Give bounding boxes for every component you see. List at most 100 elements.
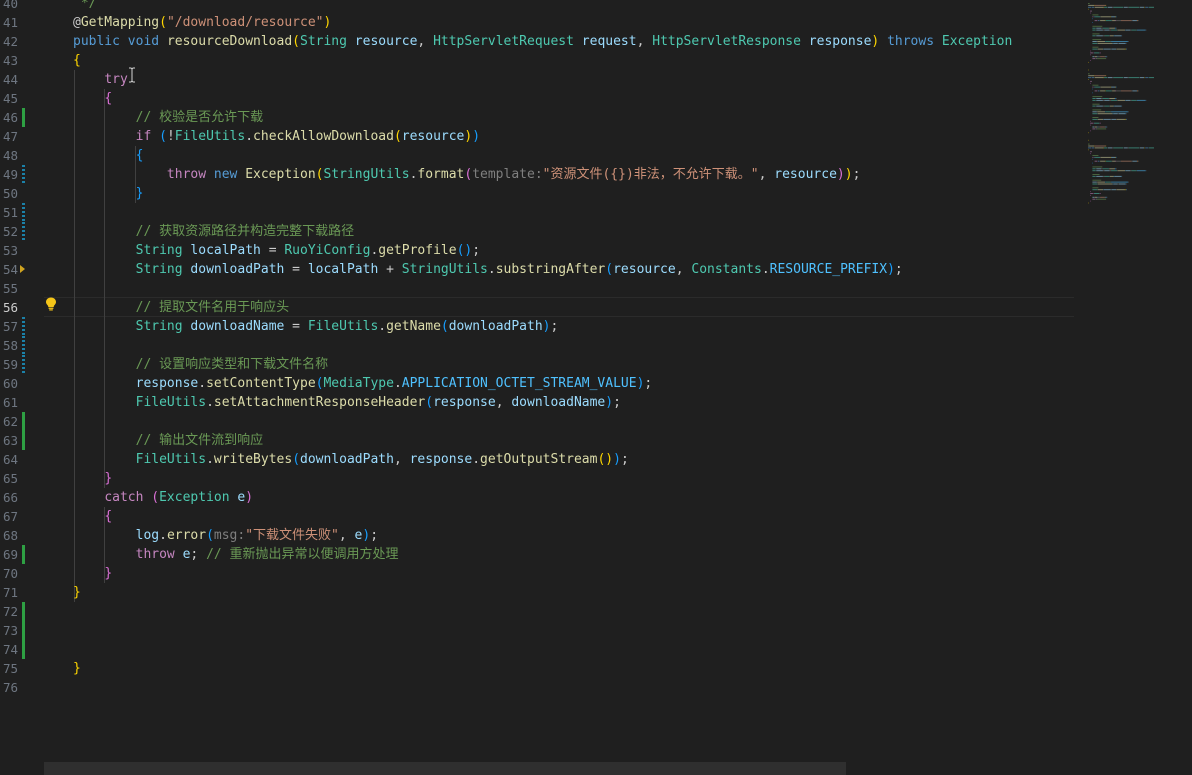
code-line[interactable]: } xyxy=(73,184,144,203)
minimap-line xyxy=(1123,147,1128,149)
minimap-line xyxy=(1111,156,1116,158)
minimap-line xyxy=(1092,98,1096,99)
code-line[interactable]: // 输出文件流到响应 xyxy=(73,431,263,450)
minimap-line xyxy=(1093,193,1095,194)
minimap-line xyxy=(1092,117,1099,118)
code-line[interactable]: FileUtils.writeBytes(downloadPath, respo… xyxy=(73,450,629,469)
minimap-line xyxy=(1131,90,1133,92)
code-line[interactable]: { xyxy=(73,507,112,526)
minimap-line xyxy=(1116,118,1125,120)
code-token: ( xyxy=(292,34,300,49)
minimap-line xyxy=(1096,35,1103,37)
code-line[interactable]: } xyxy=(73,469,112,488)
code-token: format xyxy=(417,167,465,182)
code-line[interactable]: throw e; // 重新抛出异常以便调用方处理 xyxy=(73,545,399,564)
code-token: ) xyxy=(836,167,845,182)
code-line[interactable]: String downloadName = FileUtils.getName(… xyxy=(73,317,559,336)
scrollbar-thumb[interactable] xyxy=(44,762,846,775)
code-token: . xyxy=(206,395,214,410)
code-line[interactable]: // 设置响应类型和下载文件名称 xyxy=(73,355,328,374)
lightbulb-icon[interactable] xyxy=(45,297,57,311)
minimap-line xyxy=(1111,48,1117,50)
minimap-line xyxy=(1094,56,1098,58)
code-line[interactable]: String localPath = RuoYiConfig.getProfil… xyxy=(73,241,480,260)
minimap-line xyxy=(1097,42,1113,44)
minimap-line xyxy=(1090,194,1091,196)
minimap-line xyxy=(1124,189,1126,191)
minimap-line xyxy=(1125,113,1126,115)
minimap-line xyxy=(1094,156,1095,158)
code-token: response xyxy=(808,34,872,49)
minimap-line xyxy=(1103,147,1108,149)
minimap-line xyxy=(1105,41,1106,42)
code-line[interactable]: // 获取资源路径并构造完整下载路径 xyxy=(73,222,354,241)
code-token: Exception xyxy=(941,34,1013,49)
minimap-line xyxy=(1095,16,1101,18)
minimap-line xyxy=(1114,98,1117,99)
code-token: { xyxy=(135,148,144,163)
code-line[interactable]: { xyxy=(73,51,81,70)
code-line[interactable]: */ xyxy=(73,0,97,13)
code-line[interactable]: { xyxy=(73,146,144,165)
minimap-line xyxy=(1103,118,1104,120)
horizontal-scrollbar[interactable] xyxy=(44,762,846,775)
minimap-line xyxy=(1112,77,1114,79)
minimap-line xyxy=(1100,86,1101,88)
minimap-line xyxy=(1088,145,1095,147)
minimap-line xyxy=(1111,90,1113,92)
code-line[interactable]: { xyxy=(73,89,112,108)
code-line[interactable]: log.error(msg:"下载文件失败", e); xyxy=(73,526,378,545)
minimap-line xyxy=(1092,14,1099,16)
minimap-line xyxy=(1094,77,1104,79)
minimap-line xyxy=(1116,86,1117,88)
minimap-line xyxy=(1103,189,1104,191)
code-line[interactable]: } xyxy=(73,564,112,583)
minimap-line xyxy=(1125,48,1127,50)
code-line[interactable]: response.setContentType(MediaType.APPLIC… xyxy=(73,374,653,393)
minimap-line xyxy=(1125,170,1131,172)
code-line[interactable]: FileUtils.setAttachmentResponseHeader(re… xyxy=(73,393,621,412)
minimap-line xyxy=(1110,86,1112,88)
inlay-hint: template: xyxy=(472,167,543,182)
minimap-line xyxy=(1092,99,1096,101)
minimap-line xyxy=(1109,35,1110,37)
minimap-line xyxy=(1110,175,1114,177)
minimap-line xyxy=(1145,77,1149,79)
code-token: , xyxy=(675,262,692,277)
code-line[interactable]: } xyxy=(73,583,81,602)
code-token: = xyxy=(260,243,285,258)
code-area[interactable]: */@GetMapping("/download/resource") publi… xyxy=(0,0,1076,700)
minimap-line xyxy=(1118,42,1126,44)
minimap-line xyxy=(1090,12,1091,14)
code-line[interactable]: throw new Exception(StringUtils.format(t… xyxy=(73,165,860,184)
code-token: downloadName xyxy=(190,319,285,334)
minimap-line xyxy=(1102,168,1109,170)
code-token: FileUtils xyxy=(135,395,207,410)
minimap-line xyxy=(1132,20,1137,22)
code-line[interactable]: catch (Exception e) xyxy=(73,488,253,507)
minimap-line xyxy=(1096,128,1098,130)
minimap-line xyxy=(1097,58,1107,60)
code-line[interactable]: } xyxy=(73,659,81,678)
code-line[interactable]: String downloadPath = localPath + String… xyxy=(73,260,903,279)
code-editor[interactable]: 40 41 42 43 44 45 46 47 48 49 50 51 52 53 54 55 56 57 58 59… xyxy=(0,0,1192,775)
code-line[interactable]: // 提取文件名用于响应头 xyxy=(73,298,289,317)
minimap-line xyxy=(1088,143,1090,145)
code-line[interactable]: // 校验是否允许下载 xyxy=(73,108,263,127)
minimap-line xyxy=(1094,147,1104,149)
minimap-line xyxy=(1113,113,1118,115)
minimap-line xyxy=(1116,189,1117,191)
code-line[interactable]: public void resourceDownload(String reso… xyxy=(73,32,1012,51)
code-line[interactable]: try xyxy=(73,70,127,89)
code-token: "/download/resource" xyxy=(166,15,324,30)
code-line[interactable]: if (!FileUtils.checkAllowDownload(resour… xyxy=(73,127,480,146)
code-line[interactable]: @GetMapping("/download/resource") xyxy=(73,13,331,32)
minimap-line xyxy=(1105,181,1111,183)
minimap[interactable] xyxy=(1076,0,1192,210)
minimap-line xyxy=(1103,6,1108,8)
code-token: ( xyxy=(159,129,167,144)
